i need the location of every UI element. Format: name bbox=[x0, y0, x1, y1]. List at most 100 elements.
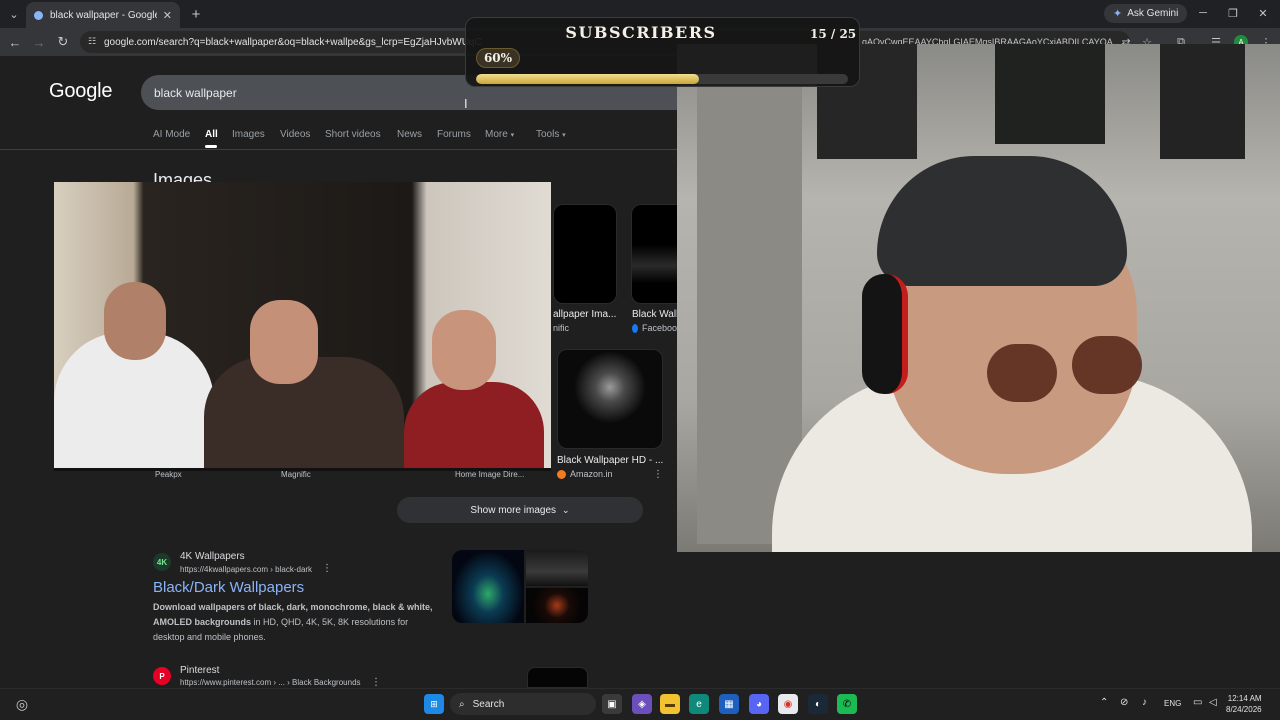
result-1-menu-icon[interactable]: ⋮ bbox=[322, 563, 332, 574]
tab-short-videos[interactable]: Short videos bbox=[325, 129, 381, 140]
bottom-source-magnific[interactable]: Magnific bbox=[281, 470, 311, 479]
tab-tools[interactable]: Tools ▾ bbox=[536, 129, 566, 140]
tab-more[interactable]: More ▾ bbox=[485, 129, 514, 140]
close-window-icon[interactable]: ✕ bbox=[1248, 4, 1278, 22]
chrome-icon[interactable]: ◉ bbox=[778, 694, 798, 714]
search-query: black wallpaper bbox=[154, 85, 237, 100]
tab-videos[interactable]: Videos bbox=[280, 129, 310, 140]
gemini-sparkle-icon: ✦ bbox=[1113, 8, 1123, 20]
back-icon[interactable]: ← bbox=[5, 32, 25, 52]
edge-icon[interactable]: e bbox=[689, 694, 709, 714]
ask-gemini-button[interactable]: ✦ Ask Gemini bbox=[1104, 4, 1188, 23]
discord-icon[interactable]: ◕ bbox=[749, 694, 769, 714]
4kwallpapers-favicon-icon[interactable]: 4K bbox=[153, 553, 171, 571]
image-result-1[interactable] bbox=[553, 204, 617, 304]
image-result-3-menu-icon[interactable]: ⋮ bbox=[653, 469, 663, 480]
image-result-2-caption[interactable]: Black Wallp bbox=[632, 309, 677, 320]
subscriber-goal-progress-fill bbox=[476, 74, 700, 84]
tab-images[interactable]: Images bbox=[232, 129, 265, 140]
person-head-2 bbox=[250, 300, 318, 384]
active-tab-indicator bbox=[205, 145, 217, 148]
microphone-icon[interactable]: ♪ bbox=[1142, 697, 1147, 708]
tools-caret-icon: ▾ bbox=[562, 132, 566, 139]
display-icon[interactable]: ▭ bbox=[1193, 697, 1202, 708]
task-view-icon[interactable]: ▣ bbox=[602, 694, 622, 714]
subscriber-goal-title: SUBSCRIBERS bbox=[565, 23, 717, 42]
clock-time: 12:14 AM bbox=[1227, 694, 1262, 703]
sunglasses-left-lens bbox=[987, 344, 1057, 402]
subscriber-goal-percent: 60% bbox=[476, 48, 520, 68]
language-indicator[interactable]: ENG bbox=[1164, 699, 1181, 708]
more-caret-icon: ▾ bbox=[510, 132, 515, 139]
whatsapp-icon[interactable]: ✆ bbox=[837, 694, 857, 714]
tab-more-label: More bbox=[485, 129, 508, 140]
webcam-overlay-right bbox=[677, 44, 1280, 552]
webcam-overlay-left bbox=[54, 182, 551, 471]
show-more-label: Show more images bbox=[470, 504, 557, 516]
browser-tab[interactable]: black wallpaper - Google Search ✕ bbox=[26, 2, 180, 28]
new-tab-button[interactable]: + bbox=[186, 4, 206, 24]
store-icon[interactable]: ▦ bbox=[719, 694, 739, 714]
result-2-url[interactable]: https://www.pinterest.com › ... › Black … bbox=[180, 678, 361, 687]
facebook-icon bbox=[632, 323, 638, 333]
sunglasses-right-lens bbox=[1072, 336, 1142, 394]
image-result-1-caption[interactable]: allpaper Ima... bbox=[553, 309, 623, 320]
site-info-icon[interactable]: ☷ bbox=[88, 36, 96, 47]
tab-news[interactable]: News bbox=[397, 129, 422, 140]
steam-icon[interactable]: ◐ bbox=[808, 694, 828, 714]
headphones-icon bbox=[862, 274, 908, 394]
person-head-1 bbox=[104, 282, 166, 360]
cap bbox=[877, 156, 1127, 286]
tab-tools-label: Tools bbox=[536, 129, 560, 140]
maximize-icon[interactable]: ❐ bbox=[1218, 4, 1248, 22]
result-2-thumbnail[interactable] bbox=[527, 667, 588, 688]
bottom-source-peakpx[interactable]: Peakpx bbox=[155, 470, 182, 479]
result-1-snippet: Download wallpapers of black, dark, mono… bbox=[153, 600, 438, 645]
result-2-menu-icon[interactable]: ⋮ bbox=[371, 677, 381, 688]
person-shirt-red bbox=[404, 382, 544, 468]
network-off-icon[interactable]: ⊘ bbox=[1120, 697, 1128, 708]
file-explorer-icon[interactable]: ▬ bbox=[660, 694, 680, 714]
tab-close-icon[interactable]: ✕ bbox=[163, 9, 172, 22]
tray-overflow-icon[interactable]: ⌃ bbox=[1100, 697, 1108, 708]
google-favicon-icon bbox=[34, 10, 43, 20]
widgets-icon[interactable]: ◎ bbox=[12, 694, 32, 714]
show-more-images-button[interactable]: Show more images ⌄ bbox=[397, 497, 643, 523]
subscriber-goal-count: 15 / 25 bbox=[810, 27, 857, 41]
ask-gemini-label: Ask Gemini bbox=[1127, 8, 1179, 19]
tab-ai-mode[interactable]: AI Mode bbox=[153, 129, 190, 140]
tab-forums[interactable]: Forums bbox=[437, 129, 471, 140]
amazon-icon bbox=[557, 469, 566, 479]
poster-2 bbox=[995, 44, 1105, 144]
poster-3 bbox=[1160, 44, 1245, 159]
result-1-title[interactable]: Black/Dark Wallpapers bbox=[153, 579, 304, 596]
forward-icon[interactable]: → bbox=[29, 32, 49, 52]
tab-search-dropdown-icon[interactable]: ⌄ bbox=[4, 4, 24, 24]
taskbar-search-box[interactable]: ⌕ Search bbox=[450, 693, 596, 715]
tab-all[interactable]: All bbox=[205, 129, 218, 140]
taskbar-clock[interactable]: 12:14 AM 8/24/2026 bbox=[1226, 693, 1262, 715]
copilot-icon[interactable]: ◈ bbox=[632, 694, 652, 714]
image-result-1-source[interactable]: nific bbox=[553, 323, 569, 333]
image-result-2-source[interactable]: Faceboo bbox=[632, 323, 677, 333]
url-text: google.com/search?q=black+wallpaper&oq=b… bbox=[104, 36, 482, 48]
chevron-down-icon: ⌄ bbox=[562, 504, 570, 515]
result-1-site[interactable]: 4K Wallpapers bbox=[180, 551, 245, 562]
image-result-3-caption[interactable]: Black Wallpaper HD - ... bbox=[557, 455, 672, 466]
minimize-icon[interactable]: ─ bbox=[1188, 4, 1218, 22]
image-result-3-source[interactable]: Amazon.in bbox=[557, 469, 613, 479]
bottom-source-home-image[interactable]: Home Image Dire... bbox=[455, 470, 524, 479]
volume-icon[interactable]: ◁ bbox=[1209, 697, 1217, 708]
reload-icon[interactable]: ↻ bbox=[53, 32, 73, 52]
text-cursor-icon: I bbox=[464, 96, 468, 111]
image-result-3[interactable] bbox=[557, 349, 663, 449]
taskbar-search-icon: ⌕ bbox=[459, 698, 465, 710]
windows-start-icon[interactable]: ⊞ bbox=[424, 694, 444, 714]
result-1-thumbnails[interactable] bbox=[452, 550, 588, 623]
result-1-url[interactable]: https://4kwallpapers.com › black-dark bbox=[180, 565, 312, 574]
pinterest-favicon-icon[interactable]: P bbox=[153, 667, 171, 685]
clock-date: 8/24/2026 bbox=[1226, 705, 1262, 714]
tabs-divider bbox=[0, 149, 677, 150]
result-2-site[interactable]: Pinterest bbox=[180, 665, 219, 676]
google-logo[interactable]: Google bbox=[49, 80, 112, 103]
